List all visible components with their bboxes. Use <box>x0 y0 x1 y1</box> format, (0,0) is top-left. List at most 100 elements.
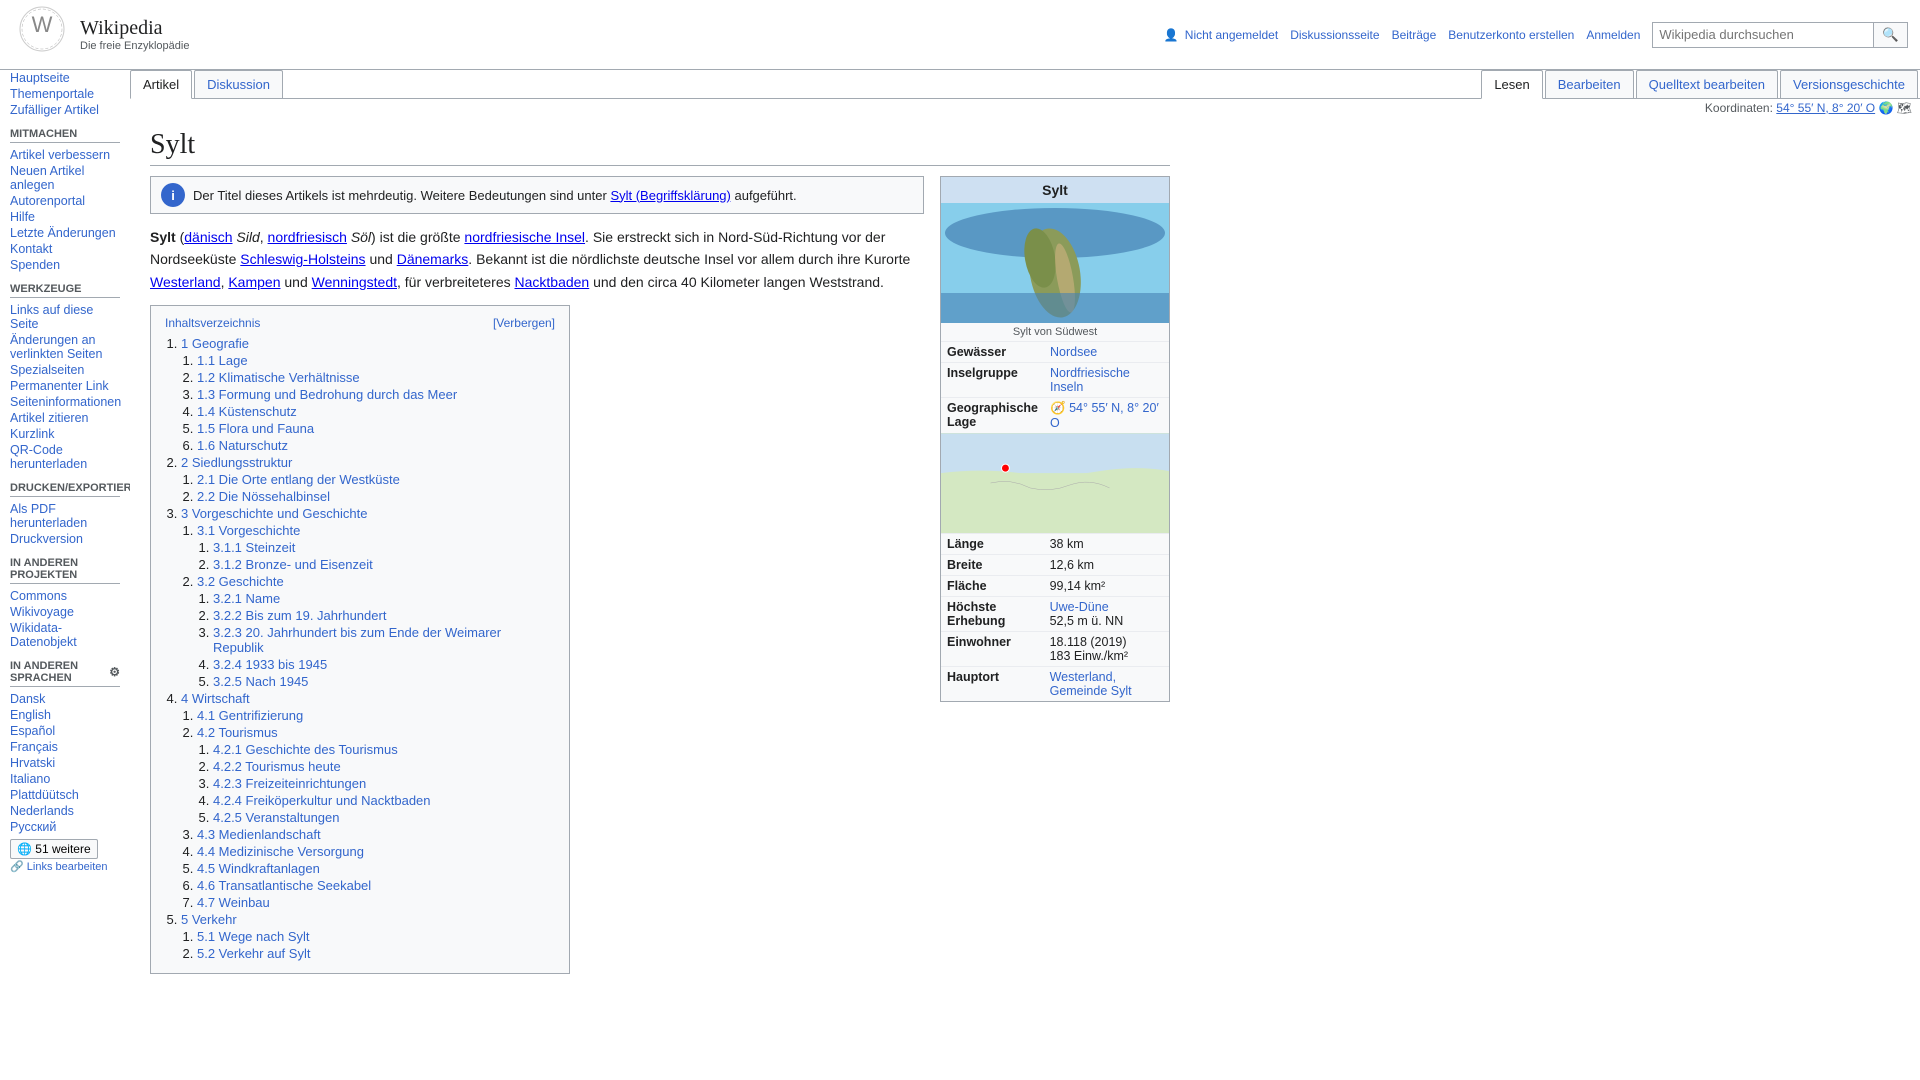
toc-link-2[interactable]: 2 Siedlungsstruktur <box>181 455 292 470</box>
toc-link-1-6[interactable]: 1.6 Naturschutz <box>197 438 288 453</box>
link-nordfriesische-insel[interactable]: nordfriesische Insel <box>464 229 585 245</box>
sidebar-item-aenderungen-links[interactable]: Änderungen an verlinkten Seiten <box>10 332 120 362</box>
tab-versionsgeschichte[interactable]: Versionsgeschichte <box>1780 70 1918 98</box>
link-daenemarks[interactable]: Dänemarks <box>397 251 469 267</box>
infobox-link-westerland[interactable]: Westerland, Gemeinde Sylt <box>1050 670 1132 698</box>
not-logged-in-link[interactable]: Nicht angemeldet <box>1185 28 1278 42</box>
toc-link-4[interactable]: 4 Wirtschaft <box>181 691 250 706</box>
toc-link-1[interactable]: 1 Geografie <box>181 336 249 351</box>
sidebar-item-kontakt[interactable]: Kontakt <box>10 241 120 257</box>
link-nacktbaden[interactable]: Nacktbaden <box>515 274 590 290</box>
toc-toggle[interactable]: [Verbergen] <box>493 316 555 330</box>
tab-artikel[interactable]: Artikel <box>130 70 192 99</box>
sidebar-item-kurzlink[interactable]: Kurzlink <box>10 426 120 442</box>
sidebar-item-wikivoyage[interactable]: Wikivoyage <box>10 604 120 620</box>
sidebar-item-autorenportal[interactable]: Autorenportal <box>10 193 120 209</box>
toc-link-3-2-5[interactable]: 3.2.5 Nach 1945 <box>213 674 308 689</box>
toc-link-1-3[interactable]: 1.3 Formung und Bedrohung durch das Meer <box>197 387 457 402</box>
coordinates-link[interactable]: 54° 55′ N, 8° 20′ O <box>1776 101 1875 115</box>
toc-link-2-2[interactable]: 2.2 Die Nössehalbinsel <box>197 489 330 504</box>
contributions-link[interactable]: Beiträge <box>1392 28 1437 42</box>
toc-link-4-1[interactable]: 4.1 Gentrifizierung <box>197 708 303 723</box>
sidebar-item-francais[interactable]: Français <box>10 739 120 755</box>
sidebar-item-spenden[interactable]: Spenden <box>10 257 120 273</box>
sidebar-item-wikidata[interactable]: Wikidata-Datenobjekt <box>10 620 120 650</box>
map-icon[interactable]: 🌍 <box>1878 101 1893 115</box>
toc-link-5-1[interactable]: 5.1 Wege nach Sylt <box>197 929 310 944</box>
link-kampen[interactable]: Kampen <box>228 274 280 290</box>
link-nordfriesisch[interactable]: nordfriesisch <box>268 229 347 245</box>
sidebar-item-links[interactable]: Links auf diese Seite <box>10 302 120 332</box>
sidebar-item-russian[interactable]: Русский <box>10 819 120 835</box>
toc-link-3-2-3[interactable]: 3.2.3 20. Jahrhundert bis zum Ende der W… <box>213 625 501 655</box>
toc-link-3-1-2[interactable]: 3.1.2 Bronze- und Eisenzeit <box>213 557 373 572</box>
disambig-link[interactable]: Sylt (Begriffsklärung) <box>610 188 730 203</box>
tab-lesen[interactable]: Lesen <box>1481 70 1542 99</box>
sidebar-item-druckversion[interactable]: Druckversion <box>10 531 120 547</box>
sidebar-item-hrvatski[interactable]: Hrvatski <box>10 755 120 771</box>
tab-diskussion[interactable]: Diskussion <box>194 70 283 98</box>
toc-link-3[interactable]: 3 Vorgeschichte und Geschichte <box>181 506 367 521</box>
sidebar-item-themenportale[interactable]: Themenportale <box>10 86 120 102</box>
link-westerland[interactable]: Westerland <box>150 274 221 290</box>
infobox-link-nordsee[interactable]: Nordsee <box>1050 345 1097 359</box>
sidebar-item-plattdüütsch[interactable]: Plattdüütsch <box>10 787 120 803</box>
sidebar-item-pdf[interactable]: Als PDF herunterladen <box>10 501 120 531</box>
sidebar-item-italiano[interactable]: Italiano <box>10 771 120 787</box>
sidebar-item-hilfe[interactable]: Hilfe <box>10 209 120 225</box>
toc-link-4-7[interactable]: 4.7 Weinbau <box>197 895 270 910</box>
toc-link-4-4[interactable]: 4.4 Medizinische Versorgung <box>197 844 364 859</box>
sidebar-item-aenderungen[interactable]: Letzte Änderungen <box>10 225 120 241</box>
links-bearbeiten-link[interactable]: 🔗 Links bearbeiten <box>10 859 120 874</box>
more-languages-button[interactable]: 🌐 51 weitere <box>10 839 98 859</box>
toc-link-3-2[interactable]: 3.2 Geschichte <box>197 574 284 589</box>
tab-quelltext[interactable]: Quelltext bearbeiten <box>1636 70 1778 98</box>
sidebar-item-neuer-artikel[interactable]: Neuen Artikel anlegen <box>10 163 120 193</box>
toc-link-3-2-4[interactable]: 3.2.4 1933 bis 1945 <box>213 657 327 672</box>
sidebar-item-seiteninformationen[interactable]: Seiteninformationen <box>10 394 120 410</box>
toc-link-1-5[interactable]: 1.5 Flora und Fauna <box>197 421 314 436</box>
toc-link-4-2-5[interactable]: 4.2.5 Veranstaltungen <box>213 810 340 825</box>
toc-link-4-5[interactable]: 4.5 Windkraftanlagen <box>197 861 320 876</box>
toc-link-1-2[interactable]: 1.2 Klimatische Verhältnisse <box>197 370 360 385</box>
toc-link-4-2-3[interactable]: 4.2.3 Freizeiteinrichtungen <box>213 776 366 791</box>
toc-link-1-4[interactable]: 1.4 Küstenschutz <box>197 404 297 419</box>
globe-icon[interactable]: 🗺 <box>1897 101 1912 115</box>
sidebar-item-dansk[interactable]: Dansk <box>10 691 120 707</box>
toc-link-4-3[interactable]: 4.3 Medienlandschaft <box>197 827 321 842</box>
sidebar-item-spezialseiten[interactable]: Spezialseiten <box>10 362 120 378</box>
toc-link-3-2-1[interactable]: 3.2.1 Name <box>213 591 280 606</box>
login-link[interactable]: Anmelden <box>1586 28 1640 42</box>
toc-link-4-2[interactable]: 4.2 Tourismus <box>197 725 278 740</box>
toc-link-3-1[interactable]: 3.1 Vorgeschichte <box>197 523 300 538</box>
sidebar-item-zufaellig[interactable]: Zufälliger Artikel <box>10 102 120 118</box>
toc-link-5-2[interactable]: 5.2 Verkehr auf Sylt <box>197 946 310 961</box>
toc-link-4-6[interactable]: 4.6 Transatlantische Seekabel <box>197 878 371 893</box>
toc-link-1-1[interactable]: 1.1 Lage <box>197 353 248 368</box>
sidebar-item-permanenter-link[interactable]: Permanenter Link <box>10 378 120 394</box>
link-daenisch[interactable]: dänisch <box>184 229 232 245</box>
search-button[interactable]: 🔍 <box>1873 23 1907 47</box>
sidebar-item-qrcode[interactable]: QR-Code herunterladen <box>10 442 120 472</box>
discussion-link[interactable]: Diskussionsseite <box>1290 28 1379 42</box>
toc-link-4-2-4[interactable]: 4.2.4 Freiköperkultur und Nacktbaden <box>213 793 431 808</box>
sidebar-item-commons[interactable]: Commons <box>10 588 120 604</box>
search-input[interactable] <box>1653 23 1873 46</box>
sidebar-item-verbessern[interactable]: Artikel verbessern <box>10 147 120 163</box>
toc-link-3-2-2[interactable]: 3.2.2 Bis zum 19. Jahrhundert <box>213 608 386 623</box>
toc-link-4-2-1[interactable]: 4.2.1 Geschichte des Tourismus <box>213 742 398 757</box>
infobox-link-nordfriesische-inseln[interactable]: Nordfriesische Inseln <box>1050 366 1130 394</box>
create-account-link[interactable]: Benutzerkonto erstellen <box>1448 28 1574 42</box>
toc-link-3-1-1[interactable]: 3.1.1 Steinzeit <box>213 540 295 555</box>
infobox-link-uweduene[interactable]: Uwe-Düne <box>1050 600 1109 614</box>
link-wenningstedt[interactable]: Wenningstedt <box>312 274 397 290</box>
toc-link-5[interactable]: 5 Verkehr <box>181 912 237 927</box>
toc-link-4-2-2[interactable]: 4.2.2 Tourismus heute <box>213 759 341 774</box>
sidebar-item-english[interactable]: English <box>10 707 120 723</box>
sidebar-item-nederlands[interactable]: Nederlands <box>10 803 120 819</box>
sidebar-item-zitieren[interactable]: Artikel zitieren <box>10 410 120 426</box>
link-schleswig-holstein[interactable]: Schleswig-Holsteins <box>240 251 365 267</box>
tab-bearbeiten[interactable]: Bearbeiten <box>1545 70 1634 98</box>
infobox-coords-link[interactable]: 54° 55′ N, 8° 20′ O <box>1050 401 1159 430</box>
sidebar-item-espanol[interactable]: Español <box>10 723 120 739</box>
